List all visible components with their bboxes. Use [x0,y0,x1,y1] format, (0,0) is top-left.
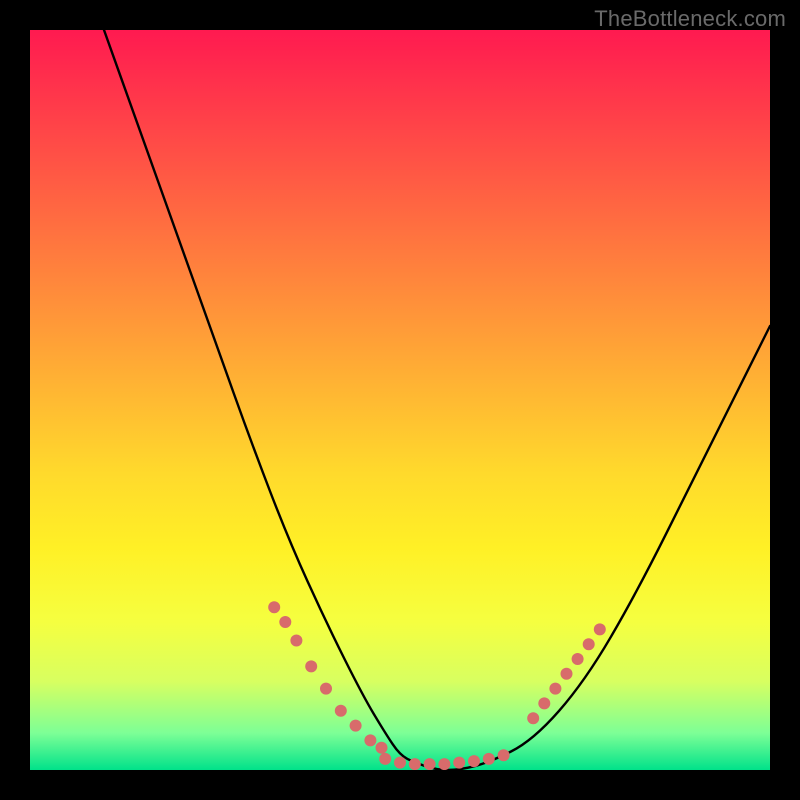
data-dot [549,683,561,695]
chart-plot-area [30,30,770,770]
data-dot [594,623,606,635]
data-dot [305,660,317,672]
data-dot [468,755,480,767]
data-dot [572,653,584,665]
bottleneck-curve [104,30,770,770]
data-dot [320,683,332,695]
data-dot [538,697,550,709]
data-dot [424,758,436,770]
data-dot [350,720,362,732]
data-dot [561,668,573,680]
data-dot [483,753,495,765]
data-dot [453,757,465,769]
data-dot [364,734,376,746]
data-dot [376,742,388,754]
watermark-label: TheBottleneck.com [594,6,786,32]
data-dot [527,712,539,724]
chart-svg [30,30,770,770]
chart-outer-frame: TheBottleneck.com [0,0,800,800]
data-dot [498,749,510,761]
data-dot [394,757,406,769]
data-dot [290,635,302,647]
data-dot [279,616,291,628]
data-dots-group [268,601,606,770]
data-dot [409,758,421,770]
data-dot [268,601,280,613]
data-dot [438,758,450,770]
data-dot [583,638,595,650]
data-dot [379,753,391,765]
data-dot [335,705,347,717]
